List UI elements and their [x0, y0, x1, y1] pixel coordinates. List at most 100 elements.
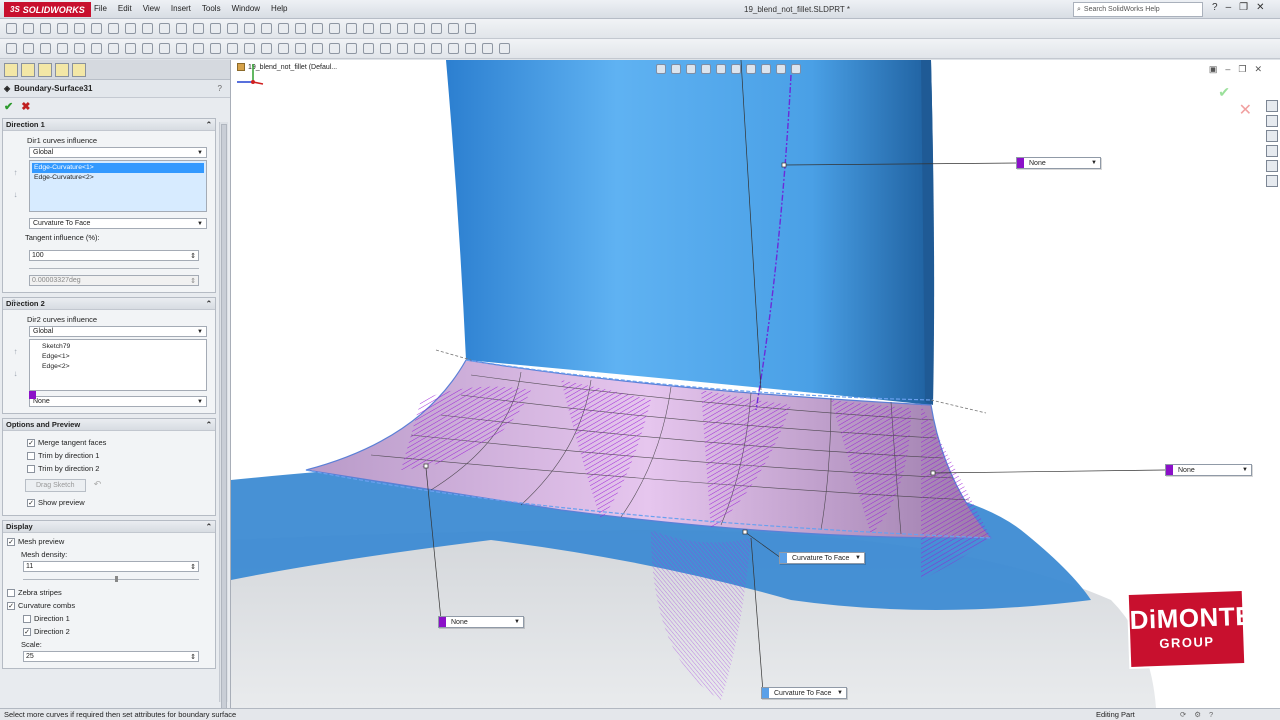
freeform-icon[interactable] [329, 43, 340, 54]
checkbox-checked[interactable]: ✓ [27, 498, 35, 507]
dir1-curves-list[interactable]: Edge-Curvature<1> Edge-Curvature<2> [29, 160, 207, 212]
swept-surface-icon[interactable] [40, 43, 51, 54]
checkbox[interactable] [27, 451, 35, 460]
dimxpert-manager-tab-icon[interactable] [55, 63, 69, 77]
composite-curve-icon[interactable] [278, 23, 289, 34]
line-icon[interactable] [40, 23, 51, 34]
reference-plane-icon[interactable] [329, 23, 340, 34]
rebuild-icon[interactable]: ⟳ [1180, 710, 1186, 719]
curve-icon[interactable] [244, 23, 255, 34]
untrim-surface-icon[interactable] [210, 43, 221, 54]
angle-input[interactable]: 0.00003327deg ⇕ [29, 275, 199, 286]
apply-scene-icon[interactable] [776, 64, 786, 74]
rectangle-icon[interactable] [57, 23, 68, 34]
checkbox[interactable] [23, 614, 31, 623]
collapse-icon[interactable]: ⌃ [206, 299, 212, 308]
move-down-icon[interactable]: ↓ [11, 368, 20, 379]
split-view-icon[interactable]: ▣ [1209, 64, 1218, 75]
list-item[interactable]: Edge<1> [40, 352, 204, 362]
offset-icon[interactable] [159, 23, 170, 34]
dir2-curves-list[interactable]: Sketch79 Edge<1> Edge<2> [29, 339, 207, 391]
options-header[interactable]: Options and Preview ⌃ [3, 419, 215, 431]
lofted-surface-icon[interactable] [57, 43, 68, 54]
point-icon[interactable] [363, 23, 374, 34]
panel-scrollbar[interactable] [219, 122, 228, 708]
circle-icon[interactable] [74, 23, 85, 34]
search-input[interactable]: ⌕ Search SolidWorks Help [1073, 2, 1203, 17]
display-header[interactable]: Display ⌃ [3, 521, 215, 533]
drag-sketch-button[interactable]: Drag Sketch [25, 479, 86, 492]
replace-face-icon[interactable] [278, 43, 289, 54]
connector-callout[interactable]: None ▼ [1165, 464, 1252, 476]
custom-properties-icon[interactable] [1266, 175, 1278, 187]
list-item[interactable]: Edge-Curvature<1> [32, 163, 204, 173]
section-view-icon[interactable] [414, 23, 425, 34]
list-item[interactable]: Sketch79 [40, 342, 204, 352]
mesh-density-slider[interactable] [23, 574, 199, 582]
menu-tools[interactable]: Tools [202, 3, 221, 14]
help-icon[interactable]: ? [1209, 710, 1213, 719]
appearances-icon[interactable] [1266, 160, 1278, 172]
combs-dir2-checkbox[interactable]: ✓ Direction 2 [23, 627, 211, 636]
check-entity-icon[interactable] [482, 43, 493, 54]
spin-icon[interactable]: ⇕ [190, 563, 196, 571]
confirmation-corner-ok-icon[interactable]: ✔ [1218, 84, 1230, 101]
mesh-density-input[interactable]: 11 ⇕ [23, 561, 199, 572]
move-down-icon[interactable]: ↓ [11, 189, 20, 200]
menu-insert[interactable]: Insert [171, 3, 191, 14]
split-line-icon[interactable] [312, 23, 323, 34]
projected-curve-icon[interactable] [261, 23, 272, 34]
thicken-icon[interactable] [244, 43, 255, 54]
merge-tangent-checkbox[interactable]: ✓ Merge tangent faces [27, 438, 211, 447]
undercut-analysis-icon[interactable] [414, 43, 425, 54]
mirror-icon[interactable] [142, 23, 153, 34]
revolved-surface-icon[interactable] [23, 43, 34, 54]
file-explorer-icon[interactable] [1266, 130, 1278, 142]
menu-help[interactable]: Help [271, 3, 287, 14]
direction1-header[interactable]: Direction 1 ⌃ [3, 119, 215, 131]
checkbox-checked[interactable]: ✓ [7, 537, 15, 546]
deviation-analysis-icon[interactable] [346, 43, 357, 54]
list-item[interactable]: Edge-Curvature<2> [32, 173, 204, 183]
undo-sketch-drag-icon[interactable]: ↶ [94, 479, 102, 489]
helix-icon[interactable] [295, 23, 306, 34]
smart-dimension-icon[interactable] [23, 23, 34, 34]
draft-analysis-icon[interactable] [397, 43, 408, 54]
zebra-stripes-icon[interactable] [363, 43, 374, 54]
restore-icon[interactable]: ❐ [1238, 64, 1246, 75]
connector-callout[interactable]: None ▼ [438, 616, 524, 628]
connector-callout[interactable]: Curvature To Face ▼ [761, 687, 847, 699]
zoom-icon[interactable] [465, 23, 476, 34]
cancel-button[interactable]: ✖ [21, 100, 30, 113]
spin-icon[interactable]: ⇕ [190, 252, 196, 260]
extruded-surface-icon[interactable] [6, 43, 17, 54]
checkbox-checked[interactable]: ✓ [23, 627, 31, 636]
repair-icon[interactable] [210, 23, 221, 34]
spline-icon[interactable] [108, 23, 119, 34]
curvature-icon[interactable] [380, 43, 391, 54]
dir1-influence-select[interactable]: Global ▼ [29, 147, 207, 158]
move-up-icon[interactable]: ↑ [11, 346, 20, 357]
ruled-surface-icon[interactable] [142, 43, 153, 54]
minimize-icon[interactable]: – [1226, 2, 1232, 13]
menu-edit[interactable]: Edit [118, 3, 132, 14]
help-icon[interactable]: ? [218, 84, 222, 93]
design-library-icon[interactable] [1266, 115, 1278, 127]
feature-manager-tab-icon[interactable] [4, 63, 18, 77]
offset-surface-icon[interactable] [125, 43, 136, 54]
appearance-icon[interactable] [397, 23, 408, 34]
close-icon[interactable]: ✕ [1256, 2, 1264, 13]
collapse-icon[interactable]: ⌃ [206, 420, 212, 429]
display-style-icon[interactable] [731, 64, 741, 74]
relations-icon[interactable] [193, 23, 204, 34]
edit-appearance-icon[interactable] [761, 64, 771, 74]
extend-surface-icon[interactable] [176, 43, 187, 54]
spin-icon[interactable]: ⇕ [190, 277, 196, 285]
thickness-analysis-icon[interactable] [448, 43, 459, 54]
measure-icon[interactable] [499, 43, 510, 54]
solidworks-logo[interactable]: 3S SOLIDWORKS [4, 2, 91, 17]
dir2-condition-select[interactable]: None ▼ [29, 396, 207, 407]
spin-icon[interactable]: ⇕ [190, 653, 196, 661]
cylinder-surface[interactable] [446, 60, 934, 405]
checkbox-checked[interactable]: ✓ [7, 601, 15, 610]
